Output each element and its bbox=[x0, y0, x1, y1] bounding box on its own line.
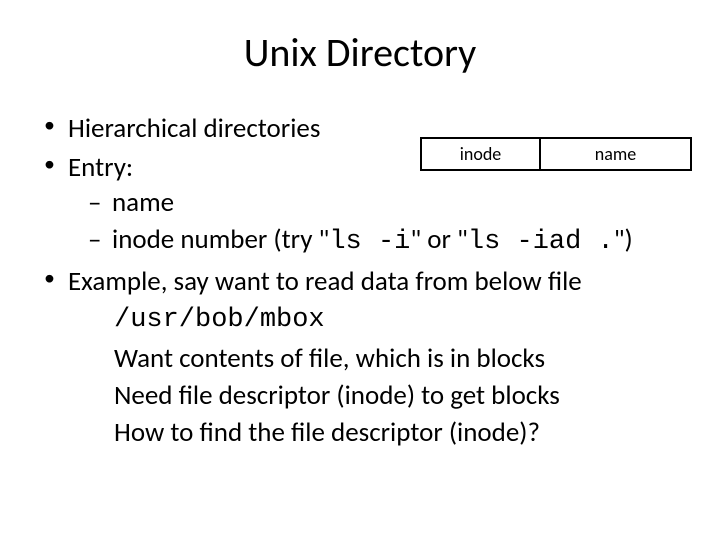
code-ls-iad: ls -iad . bbox=[468, 227, 614, 257]
example-block: /usr/bob/mbox Want contents of file, whi… bbox=[114, 303, 680, 449]
entry-diagram: inode name bbox=[420, 137, 692, 171]
example-path: /usr/bob/mbox bbox=[114, 303, 680, 338]
text: ") bbox=[614, 223, 633, 256]
text: Entry: bbox=[68, 151, 133, 184]
example-line-4: How to find the file descriptor (inode)? bbox=[114, 415, 680, 450]
sub-list-entry: name inode number (try "ls -i" or "ls -i… bbox=[86, 185, 680, 260]
entry-cell-inode: inode bbox=[420, 137, 540, 171]
subbullet-name: name bbox=[86, 185, 680, 220]
bullet-example: Example, say want to read data from belo… bbox=[40, 264, 680, 449]
text: name bbox=[112, 186, 174, 219]
code-ls-i: ls -i bbox=[329, 227, 410, 257]
example-line-3: Need file descriptor (inode) to get bloc… bbox=[114, 378, 680, 413]
text: " or " bbox=[410, 223, 468, 256]
entry-cell-name: name bbox=[540, 137, 692, 171]
text: Example, say want to read data from belo… bbox=[68, 265, 582, 298]
example-line-2: Want contents of file, which is in block… bbox=[114, 341, 680, 376]
text: inode number (try " bbox=[112, 223, 329, 256]
subbullet-inode: inode number (try "ls -i" or "ls -iad ."… bbox=[86, 222, 680, 260]
slide: Unix Directory Hierarchical directories … bbox=[0, 0, 720, 540]
text: Hierarchical directories bbox=[68, 112, 320, 145]
slide-title: Unix Directory bbox=[40, 28, 680, 77]
